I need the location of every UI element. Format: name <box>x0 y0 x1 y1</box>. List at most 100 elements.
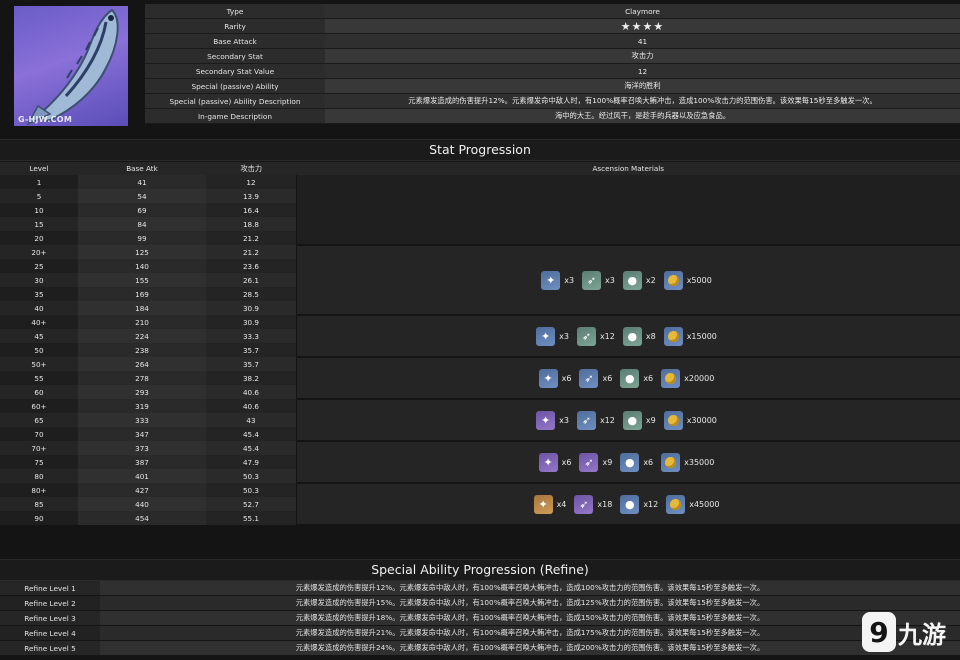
slime-condensate-icon[interactable]: ● <box>622 270 642 290</box>
bone-shard-icon[interactable]: ✦ <box>536 326 556 346</box>
ascension-materials-cell: ✦ x3 ➶ x12 ● x8 x15000 <box>296 315 960 358</box>
material-quantity: x4 <box>556 499 567 509</box>
sub-stat-cell: 55.1 <box>206 511 297 525</box>
level-cell: 10 <box>0 203 78 217</box>
sub-stat-cell: 35.7 <box>206 357 297 371</box>
level-cell: 55 <box>0 371 78 385</box>
info-row-secondary-value: Secondary Stat Value 12 <box>145 63 960 79</box>
stat-header-row: Level Base Atk 攻击力 Ascension Materials <box>0 162 960 175</box>
arrowhead-icon[interactable]: ➶ <box>576 410 596 430</box>
level-cell: 1 <box>0 175 78 189</box>
arrowhead-icon[interactable]: ➶ <box>579 452 599 472</box>
mora-icon[interactable] <box>663 410 683 430</box>
stat-progression-title: Stat Progression <box>0 139 960 161</box>
info-row-type: Type Claymore <box>145 4 960 19</box>
base-atk-cell: 440 <box>78 497 206 511</box>
refine-level-label: Refine Level 2 <box>0 595 100 611</box>
sub-stat-cell: 50.3 <box>206 469 297 483</box>
mora-icon[interactable] <box>661 368 681 388</box>
info-value: 元素爆发造成的伤害提升12%。元素爆发命中敌人时，有100%概率召唤大鲔冲击，造… <box>325 93 960 109</box>
level-cell: 40 <box>0 301 78 315</box>
sub-stat-cell: 23.6 <box>206 259 297 273</box>
sub-stat-cell: 30.9 <box>206 301 297 315</box>
base-atk-cell: 184 <box>78 301 206 315</box>
refine-row: Refine Level 4 元素爆发造成的伤害提升21%。元素爆发命中敌人时，… <box>0 625 960 641</box>
base-atk-cell: 238 <box>78 343 206 357</box>
base-atk-cell: 99 <box>78 231 206 245</box>
sub-stat-cell: 47.9 <box>206 455 297 469</box>
refine-table: Refine Level 1 元素爆发造成的伤害提升12%。元素爆发命中敌人时，… <box>0 581 960 656</box>
mora-icon[interactable] <box>661 452 681 472</box>
level-cell: 90 <box>0 511 78 525</box>
level-cell: 70+ <box>0 441 78 455</box>
stat-row: 1 41 12 <box>0 175 960 246</box>
info-value: 12 <box>325 63 960 79</box>
slime-concentrate-icon[interactable]: ● <box>620 452 640 472</box>
slime-condensate-icon[interactable]: ● <box>622 326 642 346</box>
mora-icon[interactable] <box>666 494 686 514</box>
info-row-description: In-game Description 海中的大王。经过风干，是趁手的兵器以及应… <box>145 108 960 124</box>
level-cell: 50+ <box>0 357 78 371</box>
arrowhead-icon[interactable]: ➶ <box>576 326 596 346</box>
material-quantity: x6 <box>643 373 654 383</box>
material-quantity: x6 <box>643 457 654 467</box>
refine-row: Refine Level 3 元素爆发造成的伤害提升18%。元素爆发命中敌人时，… <box>0 610 960 626</box>
material-quantity: x20000 <box>684 373 715 383</box>
material-quantity: x18 <box>597 499 613 509</box>
level-header: Level <box>0 162 78 175</box>
ascension-materials-cell: ✦ x6 ➶ x9 ● x6 x35000 <box>296 441 960 484</box>
arrowhead-icon[interactable]: ➶ <box>574 494 594 514</box>
arrowhead-icon[interactable]: ➶ <box>582 270 602 290</box>
bone-shard-icon[interactable]: ✦ <box>533 494 553 514</box>
slime-secretions-icon[interactable]: ● <box>620 368 640 388</box>
weapon-type-link[interactable]: Claymore <box>325 4 960 19</box>
bone-shard-icon[interactable]: ✦ <box>538 452 558 472</box>
ascension-materials-cell: ✦ x6 ➶ x6 ● x6 x20000 <box>296 357 960 400</box>
bone-shard-icon[interactable]: ✦ <box>541 270 561 290</box>
sub-stat-cell: 45.4 <box>206 441 297 455</box>
info-value: 攻击力 <box>325 48 960 64</box>
base-atk-cell: 278 <box>78 371 206 385</box>
refine-description: 元素爆发造成的伤害提升18%。元素爆发命中敌人时，有100%概率召唤大鲔冲击，造… <box>100 610 960 626</box>
base-atk-cell: 69 <box>78 203 206 217</box>
sub-stat-cell: 45.4 <box>206 427 297 441</box>
level-cell: 20+ <box>0 245 78 259</box>
material-quantity: x9 <box>645 415 656 425</box>
info-row-ability-description: Special (passive) Ability Description 元素… <box>145 93 960 109</box>
stat-row: 20+ 125 21.2 ✦ x3 ➶ x3 ● x2 x5000 <box>0 245 960 316</box>
mora-icon[interactable] <box>663 270 683 290</box>
refine-description: 元素爆发造成的伤害提升21%。元素爆发命中敌人时，有100%概率召唤大鲔冲击，造… <box>100 625 960 641</box>
info-value: 41 <box>325 33 960 49</box>
slime-concentrate-icon[interactable]: ● <box>620 494 640 514</box>
info-row-ability: Special (passive) Ability 海洋的胜利 <box>145 78 960 94</box>
refine-row: Refine Level 1 元素爆发造成的伤害提升12%。元素爆发命中敌人时，… <box>0 581 960 596</box>
base-atk-cell: 401 <box>78 469 206 483</box>
bone-shard-icon[interactable]: ✦ <box>536 410 556 430</box>
watermark-text: G-HJW.COM <box>18 115 73 124</box>
base-atk-cell: 140 <box>78 259 206 273</box>
level-cell: 5 <box>0 189 78 203</box>
arrowhead-icon[interactable]: ➶ <box>579 368 599 388</box>
level-cell: 60 <box>0 385 78 399</box>
material-quantity: x3 <box>564 275 575 285</box>
info-row-rarity: Rarity ★★★★ <box>145 18 960 34</box>
material-quantity: x6 <box>602 373 613 383</box>
stat-row: 80+ 427 50.3 ✦ x4 ➶ x18 ● x12 x45000 <box>0 483 960 526</box>
stat-row: 60+ 319 40.6 ✦ x3 ➶ x12 ● x9 x30000 <box>0 399 960 442</box>
sub-stat-cell: 28.5 <box>206 287 297 301</box>
base-atk-cell: 84 <box>78 217 206 231</box>
base-atk-cell: 427 <box>78 483 206 497</box>
level-cell: 75 <box>0 455 78 469</box>
stat-row: 40+ 210 30.9 ✦ x3 ➶ x12 ● x8 x15000 <box>0 315 960 358</box>
material-quantity: x12 <box>599 415 615 425</box>
site-logo[interactable]: 9 九游 <box>862 608 950 656</box>
sub-stat-cell: 40.6 <box>206 399 297 413</box>
material-list: ✦ x3 ➶ x12 ● x9 x30000 <box>297 410 960 430</box>
slime-secretions-icon[interactable]: ● <box>622 410 642 430</box>
base-atk-cell: 210 <box>78 315 206 329</box>
refine-row: Refine Level 2 元素爆发造成的伤害提升15%。元素爆发命中敌人时，… <box>0 595 960 611</box>
bone-shard-icon[interactable]: ✦ <box>538 368 558 388</box>
mora-icon[interactable] <box>663 326 683 346</box>
ascension-materials-cell: ✦ x3 ➶ x3 ● x2 x5000 <box>296 245 960 316</box>
base-atk-cell: 293 <box>78 385 206 399</box>
